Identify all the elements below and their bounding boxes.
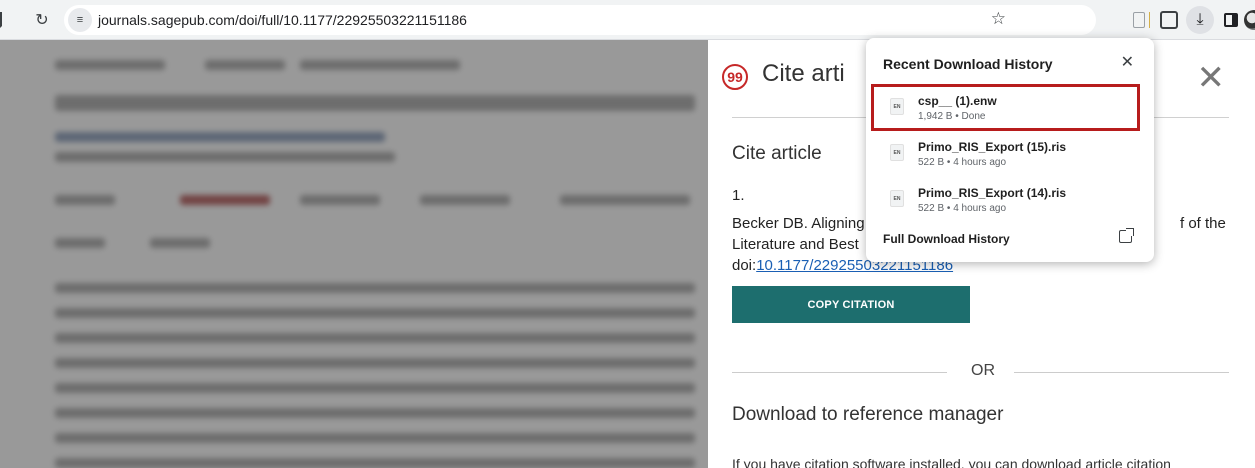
download-icon[interactable]: ⤓ [1186, 6, 1214, 34]
popup-close-icon[interactable]: ✕ [1121, 52, 1134, 72]
profile-avatar[interactable] [1244, 10, 1255, 30]
file-meta: 522 B • 4 hours ago [918, 203, 1007, 214]
or-separator: OR [732, 362, 1229, 382]
highlight-box [871, 84, 1140, 131]
toolbar-divider [1149, 12, 1150, 28]
full-download-history-link[interactable]: Full Download History [883, 232, 1010, 246]
modal-overlay[interactable] [0, 40, 708, 468]
popup-title: Recent Download History [883, 56, 1053, 72]
reload-icon[interactable]: ↻ [28, 6, 56, 34]
browser-toolbar: ↻ ≡ journals.sagepub.com/doi/full/10.117… [0, 0, 1255, 40]
file-name: Primo_RIS_Export (14).ris [918, 186, 1067, 200]
file-icon: EN [890, 190, 904, 207]
address-bar[interactable]: ≡ journals.sagepub.com/doi/full/10.1177/… [64, 5, 1096, 35]
file-meta: 522 B • 4 hours ago [918, 157, 1007, 168]
copy-citation-button[interactable]: COPY CITATION [732, 286, 970, 323]
citation-line1: Becker DB. Aligning [732, 215, 865, 232]
doi-prefix: doi: [732, 257, 757, 274]
cite-article-heading: Cite article [732, 143, 822, 164]
extensions-icon[interactable] [1160, 11, 1178, 29]
close-icon[interactable]: ✕ [1197, 58, 1226, 98]
citation-number: 1. [732, 187, 745, 204]
open-external-icon[interactable] [1119, 228, 1134, 243]
or-text: OR [971, 362, 995, 379]
reader-mode-icon[interactable] [1133, 12, 1145, 28]
bookmark-star-icon[interactable]: ☆ [991, 9, 1006, 29]
citation-line1-tail: f of the [1180, 215, 1226, 232]
site-info-icon[interactable]: ≡ [68, 8, 92, 32]
file-icon: EN [890, 144, 904, 161]
tab-edge [0, 12, 6, 28]
download-item[interactable]: EN Primo_RIS_Export (15).ris 522 B • 4 h… [866, 134, 1154, 178]
download-history-popup: Recent Download History ✕ EN csp__ (1).e… [866, 38, 1154, 262]
url-text[interactable]: journals.sagepub.com/doi/full/10.1177/22… [98, 12, 467, 28]
side-panel-icon[interactable] [1224, 13, 1238, 27]
download-item[interactable]: EN Primo_RIS_Export (14).ris 522 B • 4 h… [866, 180, 1154, 224]
file-name: Primo_RIS_Export (15).ris [918, 140, 1067, 154]
download-description: If you have citation software installed,… [732, 456, 1171, 468]
panel-title: Cite arti [762, 60, 845, 87]
quote-icon: 99 [722, 64, 748, 90]
citation-line2: Literature and Best [732, 236, 859, 253]
download-reference-heading: Download to reference manager [732, 404, 1004, 425]
